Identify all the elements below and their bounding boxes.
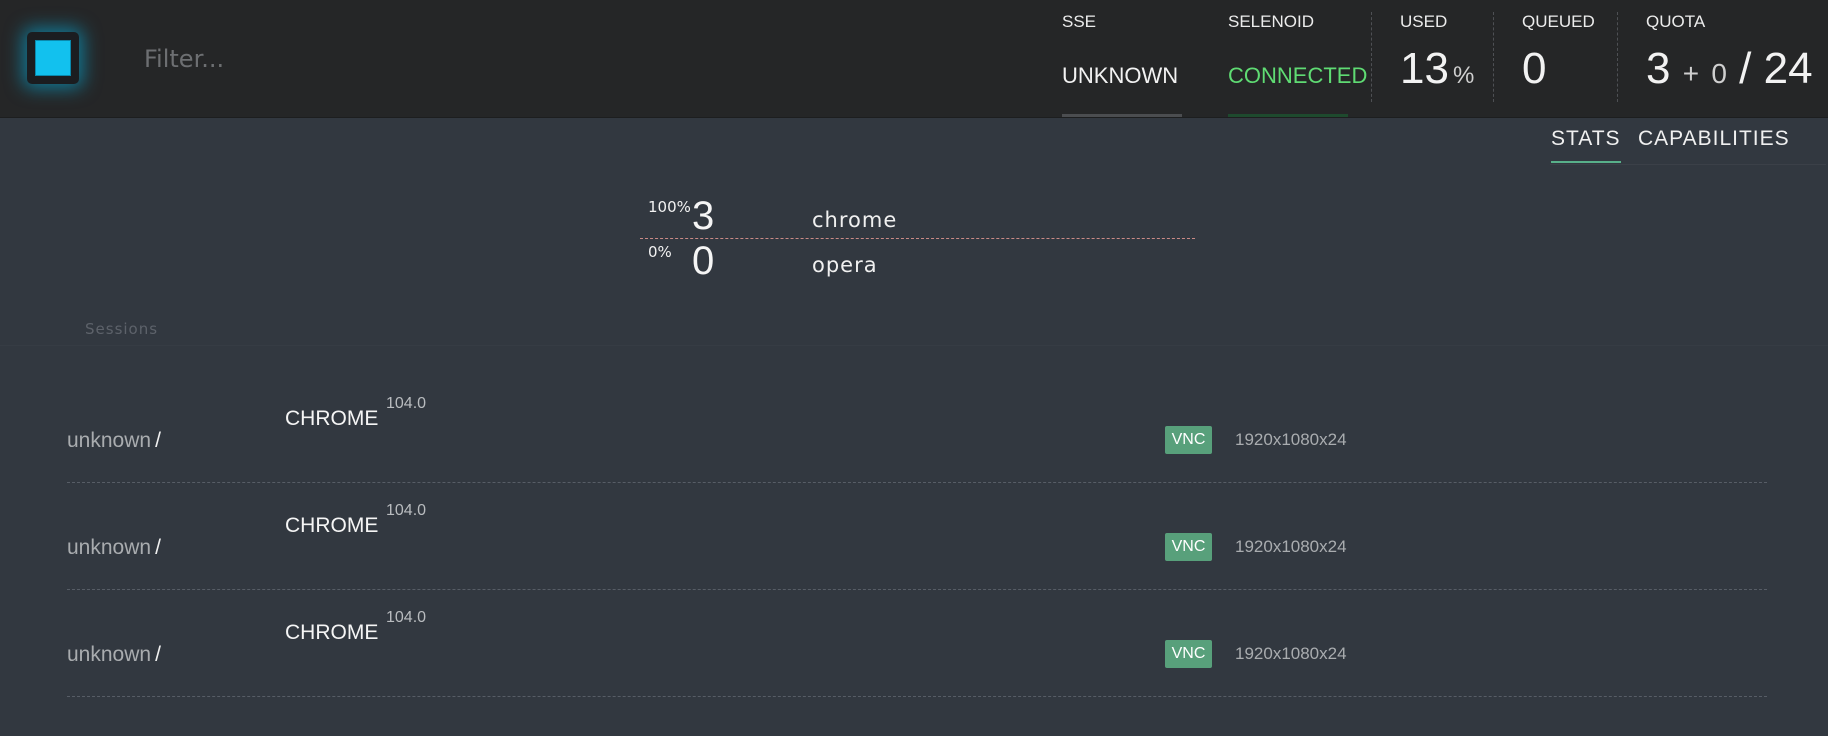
used-value: 13 bbox=[1400, 44, 1449, 93]
sse-status: SSE UNKNOWN bbox=[1062, 0, 1184, 117]
session-browser: CHROME bbox=[285, 621, 379, 644]
session-user-name: unknown bbox=[67, 536, 152, 559]
session-browser-version: 104.0 bbox=[386, 395, 427, 412]
session-row[interactable]: unknown / CHROME 104.0 VNC 1920x1080x24 bbox=[67, 375, 1767, 483]
browser-name: chrome bbox=[812, 208, 898, 232]
session-resolution: 1920x1080x24 bbox=[1235, 537, 1347, 556]
browser-count: 0 bbox=[692, 239, 715, 283]
quota-total: 24 bbox=[1763, 44, 1813, 93]
session-browser-version: 104.0 bbox=[386, 502, 427, 519]
session-browser-version: 104.0 bbox=[386, 609, 427, 626]
browser-stats-divider bbox=[640, 238, 1195, 239]
quota-used: 3 bbox=[1646, 44, 1671, 93]
queued-label: QUEUED bbox=[1522, 12, 1595, 31]
used-value-wrap: 13% bbox=[1400, 44, 1474, 94]
session-resolution: 1920x1080x24 bbox=[1235, 430, 1347, 449]
separator bbox=[1493, 12, 1494, 102]
vnc-button[interactable]: VNC bbox=[1165, 533, 1212, 561]
queued-value: 0 bbox=[1522, 44, 1547, 93]
browser-name: opera bbox=[812, 253, 878, 277]
separator bbox=[1617, 12, 1618, 102]
quota-slash: / bbox=[1739, 44, 1752, 93]
session-user: unknown / bbox=[67, 536, 161, 560]
sse-label: SSE bbox=[1062, 12, 1097, 31]
session-user-slash: / bbox=[155, 429, 161, 452]
session-browser: CHROME bbox=[285, 407, 379, 430]
tab-capabilities[interactable]: CAPABILITIES bbox=[1638, 127, 1790, 161]
selenoid-label: SELENOID bbox=[1228, 12, 1314, 31]
session-browser: CHROME bbox=[285, 514, 379, 537]
browser-stat-chrome: 100% 3 chrome bbox=[640, 194, 1195, 241]
tab-stats[interactable]: STATS bbox=[1551, 127, 1621, 163]
logo-square bbox=[35, 40, 71, 76]
session-user: unknown / bbox=[67, 643, 161, 667]
used-unit: % bbox=[1452, 62, 1475, 89]
filter-input[interactable] bbox=[142, 40, 646, 78]
quota-pending: 0 bbox=[1711, 58, 1727, 89]
session-row[interactable]: unknown / CHROME 104.0 VNC 1920x1080x24 bbox=[67, 589, 1767, 697]
browser-count: 3 bbox=[692, 194, 715, 238]
browser-percent: 100% bbox=[648, 198, 691, 216]
quota-plus: + bbox=[1682, 58, 1700, 89]
session-user-slash: / bbox=[155, 536, 161, 559]
logo-icon[interactable] bbox=[27, 32, 79, 84]
session-row[interactable]: unknown / CHROME 104.0 VNC 1920x1080x24 bbox=[67, 482, 1767, 590]
session-user-name: unknown bbox=[67, 643, 152, 666]
browser-percent: 0% bbox=[648, 243, 672, 261]
session-user-name: unknown bbox=[67, 429, 152, 452]
sessions-title: Sessions bbox=[85, 320, 159, 338]
used-label: USED bbox=[1400, 12, 1448, 31]
sse-underline bbox=[1062, 114, 1182, 117]
separator bbox=[1371, 12, 1372, 102]
quota-value: 3 + 0 / 24 bbox=[1646, 44, 1813, 94]
vnc-button[interactable]: VNC bbox=[1165, 640, 1212, 668]
session-resolution: 1920x1080x24 bbox=[1235, 644, 1347, 663]
tabs-divider bbox=[1550, 164, 1826, 165]
quota-label: QUOTA bbox=[1646, 12, 1706, 31]
selenoid-value: CONNECTED bbox=[1228, 63, 1368, 88]
browser-stat-opera: 0% 0 opera bbox=[640, 239, 1195, 286]
session-user: unknown / bbox=[67, 429, 161, 453]
selenoid-status: SELENOID CONNECTED bbox=[1228, 0, 1367, 117]
sse-value: UNKNOWN bbox=[1062, 63, 1179, 88]
vnc-button[interactable]: VNC bbox=[1165, 426, 1212, 454]
queued-stat: QUEUED 0 bbox=[1522, 0, 1617, 117]
session-user-slash: / bbox=[155, 643, 161, 666]
quota-stat: QUOTA 3 + 0 / 24 bbox=[1646, 0, 1826, 117]
used-stat: USED 13% bbox=[1400, 0, 1490, 117]
sessions-divider bbox=[0, 345, 1828, 346]
selenoid-underline bbox=[1228, 114, 1348, 117]
top-bar: SSE UNKNOWN SELENOID CONNECTED USED 13% … bbox=[0, 0, 1828, 118]
